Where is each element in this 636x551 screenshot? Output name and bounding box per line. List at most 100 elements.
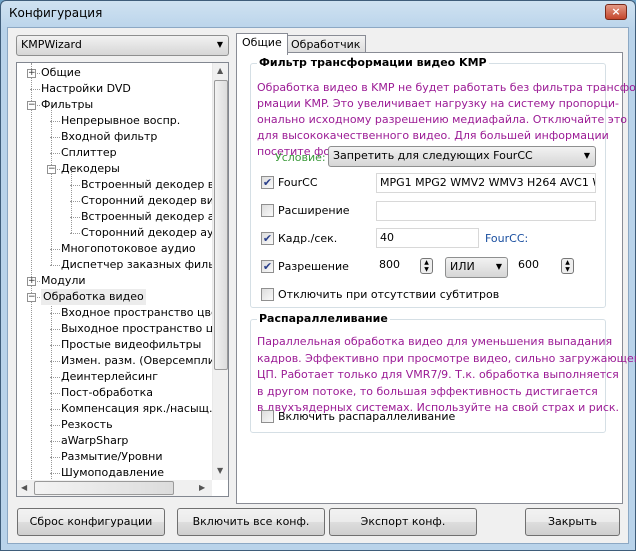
tree-connector: [70, 201, 80, 202]
desc-line: ЦП. Работает только для VMR7/9. Т.к. обр…: [257, 368, 619, 381]
fourcc-label: FourCC: [278, 176, 318, 189]
fps-input[interactable]: 40: [376, 228, 479, 248]
tree-item[interactable]: Сторонний декодер видео: [81, 193, 228, 209]
desc-line: в другом потоке, то большая эффективност…: [257, 384, 598, 398]
tree-item[interactable]: Сторонний декодер аудио: [81, 225, 228, 241]
tree-item[interactable]: Простые видеофильтры: [61, 337, 201, 353]
close-icon[interactable]: ×: [605, 4, 627, 20]
window-title: Конфигурация: [9, 6, 103, 20]
tree-guide-line: [51, 105, 52, 265]
chevron-down-icon: ▼: [495, 262, 502, 271]
tab-handler[interactable]: Обработчик: [285, 35, 367, 53]
desc-line: кадров. Эффективно при просмотре видео, …: [257, 351, 636, 365]
condition-combo[interactable]: Запретить для следующих FourCC ▼: [328, 146, 596, 167]
profile-combo[interactable]: KMPWizard ▼: [16, 35, 229, 56]
tab-panel: Фильтр трансформации видео KMP Обработка…: [236, 52, 636, 504]
parallel-checkbox[interactable]: [261, 410, 274, 423]
parallel-group: Распараллеливание Параллельная обработка…: [250, 312, 636, 433]
scroll-left-icon[interactable]: ◀: [21, 483, 27, 492]
parallel-description: Параллельная обработка видео для уменьше…: [257, 334, 636, 417]
enable-all-button[interactable]: Включить все конф.: [177, 508, 325, 536]
operator-combo[interactable]: ИЛИ ▼: [445, 257, 508, 278]
tree-connector: [50, 425, 60, 426]
group-title: Распараллеливание: [257, 312, 390, 325]
tree-item[interactable]: Компенсация ярк./насыщ.: [61, 401, 213, 417]
fourcc-info: FourCC:: [485, 232, 529, 245]
transform-filter-group: Фильтр трансформации видео KMP Обработка…: [250, 56, 636, 308]
tree-connector: [70, 185, 80, 186]
tree-item[interactable]: Общие: [41, 65, 81, 81]
extension-input[interactable]: [376, 201, 596, 221]
no-subs-label: Отключить при отсутствии субтитров: [278, 288, 500, 301]
tree-item[interactable]: Диспетчер заказных фильтров: [61, 257, 228, 273]
profile-combo-value: KMPWizard: [21, 38, 82, 51]
chevron-down-icon: ▼: [583, 151, 590, 160]
tree-item[interactable]: aWarpSharp: [61, 433, 128, 449]
tree-item[interactable]: Фильтры: [41, 97, 93, 113]
collapse-icon[interactable]: −: [27, 293, 36, 302]
parallel-label: Включить распараллеливание: [278, 410, 456, 423]
tree-connector: [70, 217, 80, 218]
scroll-down-icon[interactable]: ▼: [217, 466, 223, 475]
reset-config-button[interactable]: Сброс конфигурации: [17, 508, 165, 536]
group-title: Фильтр трансформации видео KMP: [257, 56, 489, 69]
fourcc-input[interactable]: MPG1 MPG2 WMV2 WMV3 H264 AVC1 WVC1: [376, 173, 596, 193]
tree-item[interactable]: Модули: [41, 273, 86, 289]
tree-horizontal-scrollbar[interactable]: ◀ ▶: [17, 480, 212, 496]
expand-icon[interactable]: +: [27, 69, 36, 78]
tree-item[interactable]: Шумоподавление: [61, 465, 164, 481]
tree-connector: [50, 377, 60, 378]
tree-connector: [50, 457, 60, 458]
operator-value: ИЛИ: [450, 260, 475, 273]
resolution-checkbox[interactable]: ✔: [261, 260, 274, 273]
condition-value: Запретить для следующих FourCC: [333, 149, 533, 162]
tree-connector: [50, 313, 60, 314]
tree-vertical-scrollbar[interactable]: ▲ ▼: [212, 63, 228, 480]
width-spinner[interactable]: ▲ ▼: [420, 258, 433, 274]
scroll-thumb[interactable]: [214, 80, 228, 370]
tree-item[interactable]: Настройки DVD: [41, 81, 131, 97]
tree-item[interactable]: Многопотоковое аудио: [61, 241, 196, 257]
fps-checkbox[interactable]: ✔: [261, 232, 274, 245]
tab-general[interactable]: Общие: [236, 33, 288, 55]
scroll-up-icon[interactable]: ▲: [217, 66, 223, 75]
hscroll-thumb[interactable]: [34, 481, 174, 495]
tree-item[interactable]: Измен. разм. (Оверсемплинг): [61, 353, 228, 369]
expand-icon[interactable]: +: [27, 277, 36, 286]
tree-connector: [50, 249, 60, 250]
chevron-down-icon: ▼: [216, 40, 223, 49]
tree-item[interactable]: Встроенный декодер аудио: [81, 209, 228, 225]
tree-item[interactable]: Обработка видео: [41, 289, 146, 305]
export-button[interactable]: Экспорт конф.: [329, 508, 477, 536]
tree-item[interactable]: Пост-обработка: [61, 385, 153, 401]
tree-item[interactable]: Декодеры: [61, 161, 120, 177]
collapse-icon[interactable]: −: [27, 101, 36, 110]
tree-item[interactable]: Непрерывное воспр.: [61, 113, 180, 129]
tree-connector: [50, 265, 60, 266]
collapse-icon[interactable]: −: [47, 165, 56, 174]
condition-label: Условие:: [275, 151, 326, 164]
tree-connector: [50, 137, 60, 138]
tree-item[interactable]: Встроенный декодер видео: [81, 177, 228, 193]
tree-item[interactable]: Входное пространство цвета: [61, 305, 228, 321]
extension-label: Расширение: [278, 204, 350, 217]
tree-connector: [50, 345, 60, 346]
height-spinner[interactable]: ▲ ▼: [561, 258, 574, 274]
desc-line: рмации KMP. Это увеличивает нагрузку на …: [257, 97, 619, 110]
tree-connector: [50, 361, 60, 362]
no-subs-checkbox[interactable]: [261, 288, 274, 301]
tree-item[interactable]: Деинтерлейсинг: [61, 369, 158, 385]
settings-tree[interactable]: Шумоподавление Размытие/Уровни aWarpSharp Р…: [16, 62, 229, 497]
tree-item[interactable]: Входной фильтр: [61, 129, 157, 145]
close-button[interactable]: Закрыть: [525, 508, 620, 536]
desc-line: для высококачественного видео. Для больш…: [257, 129, 609, 142]
extension-checkbox[interactable]: [261, 204, 274, 217]
desc-line: Обработка видео в KMP не будет работать …: [257, 81, 636, 94]
tree-item[interactable]: Размытие/Уровни: [61, 449, 162, 465]
fourcc-checkbox[interactable]: ✔: [261, 176, 274, 189]
scroll-right-icon[interactable]: ▶: [199, 483, 205, 492]
tree-item[interactable]: Сплиттер: [61, 145, 117, 161]
tree-item[interactable]: Выходное пространство цвета: [61, 321, 228, 337]
tree-connector: [70, 233, 80, 234]
tree-item[interactable]: Резкость: [61, 417, 113, 433]
